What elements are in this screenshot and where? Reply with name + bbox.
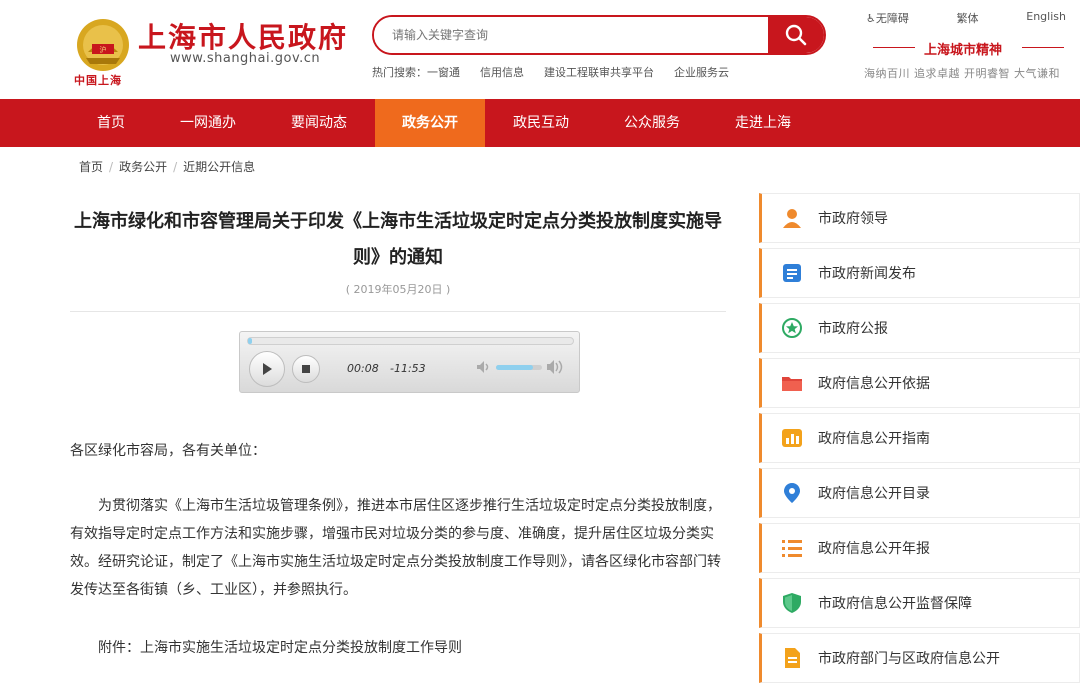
- article-paragraph: 为贯彻落实《上海市生活垃圾管理条例》，推进本市居住区逐步推行生活垃圾定时定点分类…: [70, 498, 721, 598]
- document-icon: [780, 261, 804, 285]
- site-url: www.shanghai.gov.cn: [170, 51, 321, 66]
- logo-caption: 中国上海: [74, 74, 122, 87]
- hot-search-link[interactable]: 信用信息: [480, 64, 524, 80]
- breadcrumb-separator: /: [173, 160, 178, 174]
- volume-level-fill: [496, 365, 533, 370]
- city-spirit-text: 海纳百川 追求卓越 开明睿智 大气谦和: [864, 67, 1060, 80]
- sidebar-item-press-release[interactable]: 市政府新闻发布: [759, 248, 1080, 298]
- play-icon: [263, 363, 272, 375]
- search-bar: [372, 15, 826, 55]
- current-time: 00:08: [347, 362, 379, 375]
- sidebar-item-label: 市政府新闻发布: [818, 266, 916, 282]
- sidebar-item-label: 市政府信息公开监督保障: [818, 596, 972, 612]
- chart-icon: [780, 426, 804, 450]
- search-button[interactable]: [768, 17, 824, 53]
- sidebar-item-disclosure-catalog[interactable]: 政府信息公开目录: [759, 468, 1080, 518]
- nav-item-news[interactable]: 要闻动态: [264, 99, 374, 147]
- nav-item-interaction[interactable]: 政民互动: [486, 99, 596, 147]
- search-icon: [785, 24, 807, 46]
- hot-search-link[interactable]: 企业服务云: [674, 64, 729, 80]
- volume-slider[interactable]: [496, 365, 542, 370]
- breadcrumb-home[interactable]: 首页: [79, 160, 103, 174]
- main-nav: 首页 一网通办 要闻动态 政务公开 政民互动 公众服务 走进上海: [0, 99, 1080, 147]
- sidebar-item-departments[interactable]: 市政府部门与区政府信息公开: [759, 633, 1080, 683]
- audio-player: 00:08 -11:53: [239, 331, 580, 393]
- nav-item-government-affairs[interactable]: 政务公开: [375, 99, 485, 147]
- nav-item-about-shanghai[interactable]: 走进上海: [708, 99, 818, 147]
- search-input[interactable]: [374, 17, 768, 53]
- volume-low-icon[interactable]: [476, 360, 492, 374]
- accessibility-icon: ♿: [866, 12, 876, 25]
- location-pin-icon: [780, 481, 804, 505]
- article-salutation: 各区绿化市容局，各有关单位：: [70, 443, 266, 459]
- folder-icon: [780, 371, 804, 395]
- sidebar-item-label: 市政府部门与区政府信息公开: [818, 651, 1000, 667]
- stop-button[interactable]: [292, 355, 320, 383]
- person-icon: [780, 206, 804, 230]
- english-link[interactable]: English: [1026, 10, 1066, 26]
- divider: [873, 47, 915, 48]
- sidebar-item-label: 政府信息公开目录: [818, 486, 930, 502]
- hot-search-label: 热门搜索：: [372, 66, 427, 79]
- sidebar-item-leaders[interactable]: 市政府领导: [759, 193, 1080, 243]
- nav-item-public-services[interactable]: 公众服务: [597, 99, 707, 147]
- audio-progress-bar[interactable]: [247, 337, 574, 345]
- accessibility-label: 无障碍: [875, 12, 909, 25]
- sidebar-item-disclosure-guide[interactable]: 政府信息公开指南: [759, 413, 1080, 463]
- sidebar-item-gazette[interactable]: 市政府公报: [759, 303, 1080, 353]
- top-links: ♿无障碍 繁体 English: [866, 10, 1066, 26]
- breadcrumb-separator: /: [109, 160, 114, 174]
- sidebar-item-label: 政府信息公开依据: [818, 376, 930, 392]
- divider: [1022, 47, 1064, 48]
- breadcrumb-recent-info[interactable]: 近期公开信息: [183, 160, 255, 174]
- nav-item-home[interactable]: 首页: [56, 99, 166, 147]
- hot-search-link[interactable]: 建设工程联审共享平台: [544, 64, 654, 80]
- shanghai-emblem-icon[interactable]: 沪: [76, 18, 130, 72]
- sidebar-item-label: 政府信息公开指南: [818, 431, 930, 447]
- article-divider: [70, 311, 726, 312]
- hot-search-link[interactable]: 一窗通: [427, 64, 460, 80]
- sidebar-item-annual-report[interactable]: 政府信息公开年报: [759, 523, 1080, 573]
- shield-icon: [780, 591, 804, 615]
- sidebar-item-label: 市政府公报: [818, 321, 888, 337]
- sidebar-item-label: 市政府领导: [818, 211, 888, 227]
- sidebar-item-supervision[interactable]: 市政府信息公开监督保障: [759, 578, 1080, 628]
- site-title[interactable]: 上海市人民政府: [138, 16, 348, 56]
- volume-high-icon[interactable]: [546, 359, 566, 375]
- article-attachment[interactable]: 附件：上海市实施生活垃圾定时定点分类投放制度工作导则: [70, 634, 726, 662]
- sidebar-item-disclosure-basis[interactable]: 政府信息公开依据: [759, 358, 1080, 408]
- stop-icon: [302, 365, 310, 373]
- site-header: 沪 中国上海 上海市人民政府 www.shanghai.gov.cn 热门搜索：…: [0, 0, 1080, 100]
- breadcrumb: 首页 / 政务公开 / 近期公开信息: [79, 158, 255, 175]
- accessibility-link[interactable]: ♿无障碍: [866, 10, 909, 26]
- hot-search: 热门搜索： 一窗通 信用信息 建设工程联审共享平台 企业服务云: [372, 64, 749, 80]
- star-badge-icon: [780, 316, 804, 340]
- remaining-time: -11:53: [390, 362, 426, 375]
- file-icon: [780, 646, 804, 670]
- play-button[interactable]: [249, 351, 285, 387]
- article-title: 上海市绿化和市容管理局关于印发《上海市生活垃圾定时定点分类投放制度实施导则》的通…: [74, 211, 722, 268]
- breadcrumb-government-affairs[interactable]: 政务公开: [119, 160, 167, 174]
- article-date: ( 2019年05月20日 ): [345, 283, 451, 296]
- nav-item-online-service[interactable]: 一网通办: [153, 99, 263, 147]
- audio-progress-fill: [248, 338, 252, 344]
- svg-text:沪: 沪: [100, 45, 107, 54]
- sidebar-item-label: 政府信息公开年报: [818, 541, 930, 557]
- traditional-chinese-link[interactable]: 繁体: [957, 10, 979, 26]
- city-spirit-title: 上海城市精神: [924, 43, 1003, 58]
- list-icon: [780, 536, 804, 560]
